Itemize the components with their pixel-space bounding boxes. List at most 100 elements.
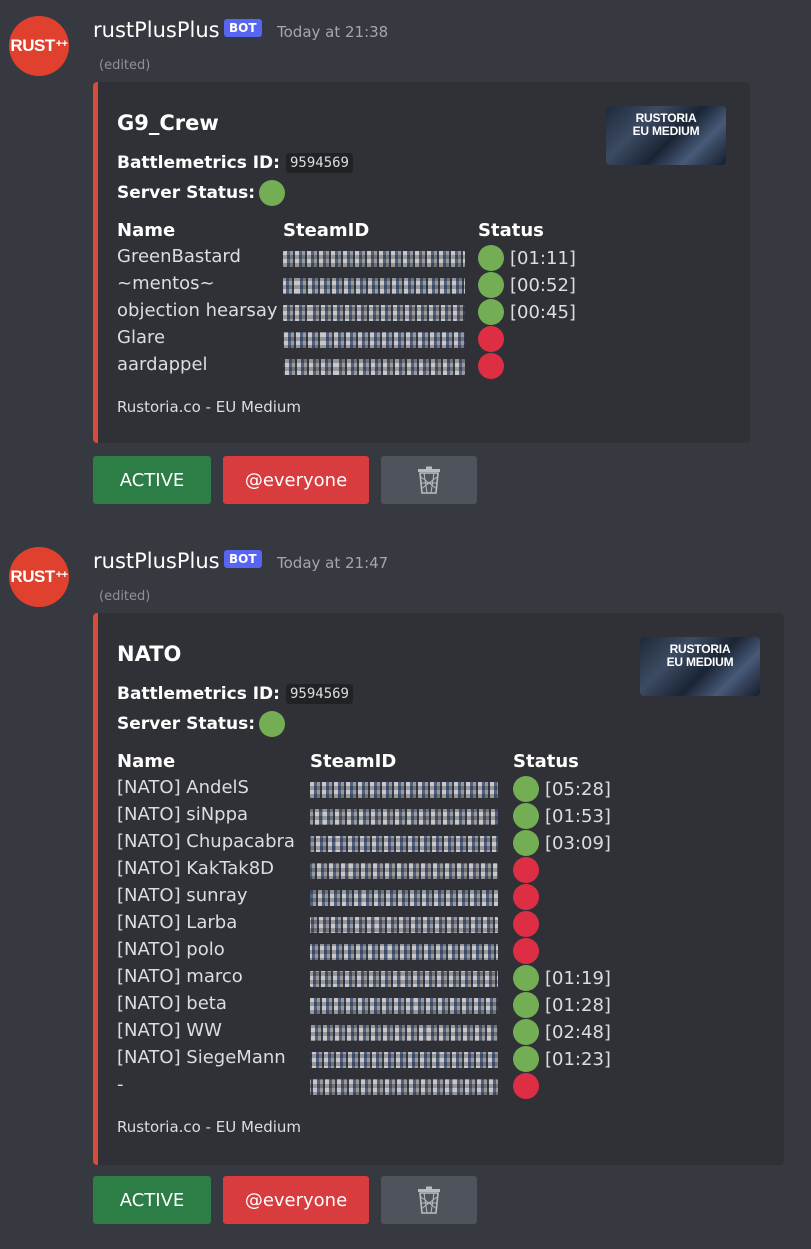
steamid-redacted [310,863,498,879]
red-circle-icon [513,938,539,964]
online-time: [01:19] [545,967,611,989]
column-header-steamid: SteamID [283,220,370,241]
steamid-redacted [310,890,498,906]
player-status: [03:09] [513,830,611,856]
username[interactable]: rustPlusPlus [93,549,220,573]
green-circle-icon [513,965,539,991]
embed: NATO RUSTORIA EU MEDIUM Battlemetrics ID:… [93,613,784,1165]
steamid-redacted [310,1079,498,1095]
online-time: [01:53] [545,805,611,827]
player-name: [NATO] AndelS [117,777,249,798]
steamid-redacted [310,944,498,960]
battlemetrics-field: Battlemetrics ID: 9594569 [117,153,353,173]
online-time: [05:28] [545,778,611,800]
message-2: RUST ++ rustPlusPlus BOT Today at 21:47 (… [0,531,811,1249]
everyone-button[interactable]: @everyone [223,456,369,504]
red-circle-icon [478,326,504,352]
steamid-redacted [283,332,465,348]
player-name: ~mentos~ [117,273,215,294]
player-name: [NATO] KakTak8D [117,858,275,879]
red-circle-icon [513,857,539,883]
battlemetrics-label: Battlemetrics ID: [117,684,280,704]
green-circle-icon [513,803,539,829]
embed-thumbnail[interactable]: RUSTORIA EU MEDIUM [640,637,760,696]
thumbnail-text-1: RUSTORIA [669,642,731,656]
timestamp[interactable]: Today at 21:38 [277,23,388,41]
player-name: [NATO] siNppa [117,804,249,825]
player-name: aardappel [117,354,208,375]
battlemetrics-label: Battlemetrics ID: [117,153,280,173]
delete-button[interactable] [381,1176,477,1224]
server-status-field: Server Status: [117,180,286,206]
red-circle-icon [478,353,504,379]
red-circle-icon [513,911,539,937]
red-circle-icon [513,884,539,910]
avatar-text: RUST [10,567,55,586]
column-header-status: Status [513,751,579,772]
timestamp[interactable]: Today at 21:47 [277,554,388,572]
avatar[interactable]: RUST ++ [9,16,69,76]
player-name: [NATO] marco [117,966,243,987]
steamid-redacted [283,251,465,267]
embed-footer: Rustoria.co - EU Medium [117,1118,301,1136]
online-time: [02:48] [545,1021,611,1043]
player-status [478,326,504,352]
player-status: [02:48] [513,1019,611,1045]
embed: G9_Crew RUSTORIA EU MEDIUM Battlemetrics … [93,82,750,443]
delete-button[interactable] [381,456,477,504]
online-time: [01:28] [545,994,611,1016]
player-status [513,884,539,910]
battlemetrics-field: Battlemetrics ID: 9594569 [117,684,353,704]
thumbnail-text-2: EU MEDIUM [632,124,700,138]
player-status [513,938,539,964]
thumbnail-text-2: EU MEDIUM [666,655,734,669]
bot-tag: BOT [224,550,262,568]
player-name: [NATO] Larba [117,912,238,933]
player-table: Name SteamID Status GreenBastard [01:11] ~… [117,220,717,390]
message-1: RUST ++ rustPlusPlus BOT Today at 21:38 (… [0,0,811,520]
green-circle-icon [478,272,504,298]
avatar[interactable]: RUST ++ [9,547,69,607]
trash-icon [418,466,440,494]
green-circle-icon [513,1046,539,1072]
player-name: [NATO] SiegeMann [117,1047,286,1068]
battlemetrics-id: 9594569 [285,684,353,704]
green-circle-icon [513,776,539,802]
active-button[interactable]: ACTIVE [93,1176,211,1224]
everyone-button[interactable]: @everyone [223,1176,369,1224]
battlemetrics-id: 9594569 [285,153,353,173]
player-status [513,911,539,937]
green-circle-icon [513,1019,539,1045]
column-header-name: Name [117,751,176,772]
player-name: [NATO] beta [117,993,227,1014]
column-header-status: Status [478,220,544,241]
embed-thumbnail[interactable]: RUSTORIA EU MEDIUM [606,106,726,165]
player-name: Glare [117,327,166,348]
player-name: GreenBastard [117,246,241,267]
player-status [513,857,539,883]
trash-icon [418,1186,440,1214]
username[interactable]: rustPlusPlus [93,18,220,42]
player-status: [01:28] [513,992,611,1018]
steamid-redacted [283,278,465,294]
server-status-label: Server Status: [117,714,256,734]
bot-tag: BOT [224,19,262,37]
player-name: objection hearsay [117,300,278,321]
player-name: - [117,1074,124,1095]
active-button[interactable]: ACTIVE [93,456,211,504]
edited-label: (edited) [99,589,151,604]
red-circle-icon [513,1073,539,1099]
steamid-redacted [310,1052,498,1068]
player-status: [01:11] [478,245,576,271]
online-time: [01:11] [510,247,576,269]
server-status-field: Server Status: [117,711,286,737]
green-circle-icon [259,180,286,206]
steamid-redacted [310,1025,498,1041]
steamid-redacted [310,917,498,933]
avatar-text: RUST [10,36,55,55]
avatar-sup: ++ [55,38,68,50]
steamid-redacted [310,971,498,987]
player-status [478,353,504,379]
steamid-redacted [310,836,498,852]
column-header-steamid: SteamID [310,751,397,772]
